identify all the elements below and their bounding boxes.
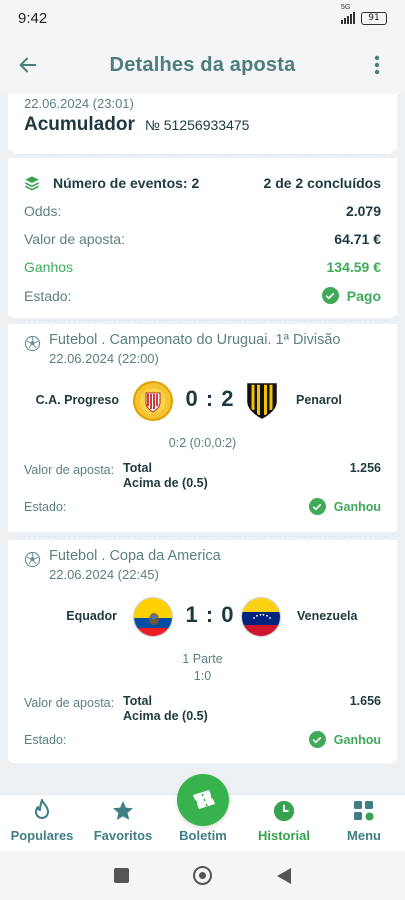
status-time: 9:42	[18, 9, 48, 27]
event-stake-label: Valor de aposta:	[24, 696, 115, 710]
network-type: 5G	[341, 4, 351, 11]
event-title: Futebol . Copa da America	[49, 548, 221, 564]
winnings-label: Ganhos	[24, 259, 74, 275]
away-team: Venezuela	[297, 609, 358, 623]
check-circle-icon	[308, 731, 326, 748]
bet-details-scroll[interactable]: 22.06.2024 (23:01) Acumulador № 51256933…	[0, 94, 405, 794]
winnings-value: 134.59 €	[326, 259, 382, 275]
signal-icon: 5G	[341, 4, 355, 24]
odds-value: 2.079	[345, 203, 381, 219]
match-score: 1 : 0	[185, 602, 235, 627]
stake-value: 64.71 €	[334, 231, 381, 247]
check-circle-icon	[321, 287, 339, 304]
clock-icon	[273, 800, 295, 822]
page-title: Detalhes da aposta	[109, 53, 296, 76]
home-team: C.A. Progreso	[35, 393, 119, 407]
event-card[interactable]: Futebol . Copa da America 22.06.2024 (22…	[8, 540, 397, 763]
back-button[interactable]	[0, 36, 56, 94]
away-team: Penarol	[296, 393, 342, 407]
event-date: 22.06.2024 (22:45)	[49, 567, 159, 582]
more-options-button[interactable]	[349, 36, 405, 94]
event-state-label: Estado:	[24, 733, 67, 747]
star-icon	[113, 801, 133, 820]
nav-menu[interactable]: Menu	[332, 795, 396, 852]
event-state: Ganhou	[333, 732, 381, 747]
ecuador-flag	[133, 597, 173, 637]
progreso-logo	[133, 381, 173, 421]
recent-apps-button[interactable]	[113, 868, 129, 883]
check-circle-icon	[308, 498, 326, 515]
event-odds: 1.256	[349, 461, 381, 475]
score-detail-period: 1:0	[193, 669, 212, 683]
nav-label: Boletim	[179, 828, 227, 843]
summary-card: Número de eventos: 2 2 de 2 concluídos O…	[8, 158, 397, 318]
event-odds: 1.656	[349, 694, 381, 708]
nav-popular[interactable]: Populares	[6, 795, 78, 852]
system-nav-bar	[0, 851, 405, 900]
home-button[interactable]	[192, 866, 212, 885]
battery-level: 91	[368, 13, 380, 23]
nav-label: Historial	[257, 828, 310, 843]
nav-label: Populares	[10, 828, 74, 843]
penarol-logo	[242, 381, 282, 421]
event-state-label: Estado:	[24, 500, 67, 514]
selection: Acima de (0.5)	[123, 709, 208, 723]
market: Total	[123, 461, 152, 475]
flame-icon	[35, 799, 49, 819]
battery-icon: 91	[361, 11, 387, 25]
system-back-button[interactable]	[276, 867, 292, 885]
bet-header-card: 22.06.2024 (23:01) Acumulador № 51256933…	[8, 94, 397, 154]
odds-label: Odds:	[24, 203, 62, 219]
state-label: Estado:	[24, 287, 72, 304]
status-bar: 9:42 5G 91	[0, 0, 405, 36]
betslip-fab-button[interactable]	[177, 774, 229, 826]
nav-label: Menu	[347, 828, 381, 843]
nav-history[interactable]: Historial	[248, 795, 320, 852]
bet-number: № 51256933475	[144, 117, 250, 133]
event-stake-label: Valor de aposta:	[24, 463, 115, 477]
nav-label: Favoritos	[93, 828, 153, 843]
grid-menu-icon	[354, 801, 374, 821]
bet-date: 22.06.2024 (23:01)	[24, 96, 134, 111]
more-vertical-icon	[374, 55, 380, 75]
score-detail: 0:2 (0:0,0:2)	[168, 436, 237, 450]
selection: Acima de (0.5)	[123, 476, 208, 490]
home-team: Equador	[66, 609, 117, 623]
score-detail: 1 Parte	[182, 652, 223, 666]
events-count: Número de eventos: 2	[53, 175, 200, 191]
venezuela-flag	[241, 597, 281, 637]
soccer-ball-icon	[24, 335, 41, 352]
event-title: Futebol . Campeonato do Uruguai. 1ª Divi…	[49, 332, 341, 348]
stake-label: Valor de aposta:	[24, 231, 125, 247]
ticket-icon	[193, 790, 215, 809]
nav-favorites[interactable]: Favoritos	[88, 795, 158, 852]
state-value: Pago	[346, 287, 381, 304]
market: Total	[123, 694, 152, 708]
layers-icon	[24, 176, 40, 191]
app-bar: Detalhes da aposta	[0, 36, 405, 94]
match-score: 0 : 2	[185, 386, 235, 411]
arrow-left-icon	[19, 57, 37, 73]
soccer-ball-icon	[24, 551, 41, 568]
bet-type: Acumulador	[24, 114, 135, 135]
events-completed: 2 de 2 concluídos	[263, 175, 381, 191]
event-card[interactable]: Futebol . Campeonato do Uruguai. 1ª Divi…	[8, 324, 397, 532]
event-state: Ganhou	[333, 499, 381, 514]
event-date: 22.06.2024 (22:00)	[49, 351, 159, 366]
